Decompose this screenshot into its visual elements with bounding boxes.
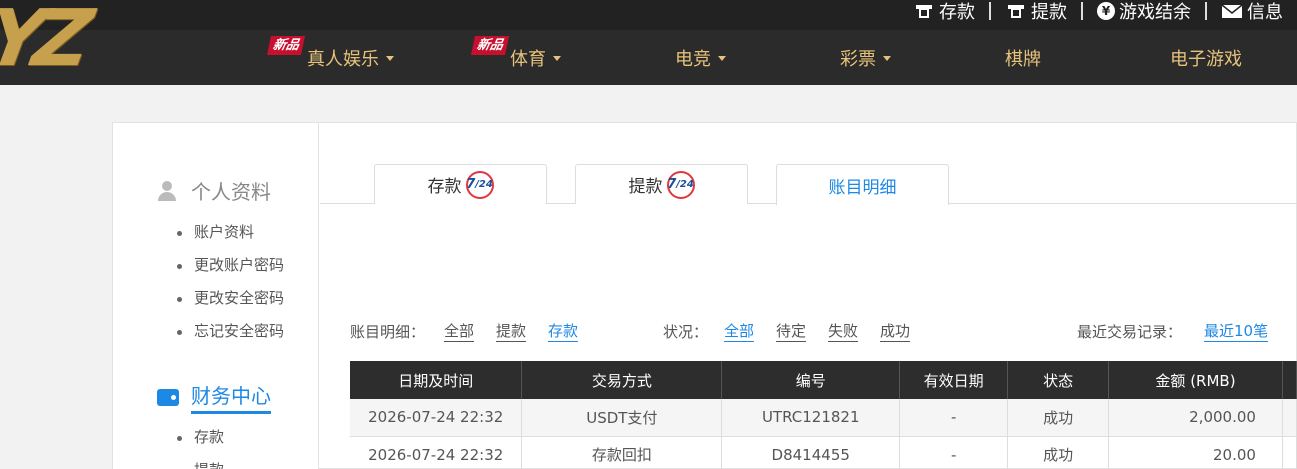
chevron-down-icon bbox=[718, 56, 726, 61]
nav-label: 彩票 bbox=[840, 48, 876, 70]
mail-icon bbox=[1221, 4, 1243, 18]
nav-item-lottery[interactable]: 彩票 bbox=[840, 30, 891, 85]
filter-details-withdraw[interactable]: 提款 bbox=[496, 321, 527, 342]
filter-bar: 账目明细： 全部 提款 存款 状况： 全部 待定 失败 成功 最近交易记录： 最… bbox=[350, 321, 1297, 345]
withdraw-icon bbox=[1008, 5, 1024, 18]
column-header: 金额 (RMB) bbox=[1108, 361, 1283, 399]
nav-item-slot-games[interactable]: 电子游戏 bbox=[1170, 30, 1242, 85]
site-logo[interactable]: YZ bbox=[0, 0, 110, 80]
filter-status-pending[interactable]: 待定 bbox=[776, 321, 807, 342]
chevron-down-icon bbox=[883, 56, 891, 61]
filter-details-deposit[interactable]: 存款 bbox=[548, 321, 579, 342]
cell-amount: 20.00 bbox=[1108, 436, 1283, 469]
filter-status-failed[interactable]: 失败 bbox=[828, 321, 859, 342]
chevron-down-icon bbox=[553, 56, 561, 61]
table-row: 2026-07-24 22:32 USDT支付 UTRC121821 - 成功 … bbox=[350, 399, 1297, 437]
column-header: 编号 bbox=[721, 361, 901, 399]
cell-reference: UTRC121821 bbox=[721, 399, 901, 437]
column-header: 状态 bbox=[1007, 361, 1110, 399]
sidebar-item-withdraw[interactable]: 提款 bbox=[175, 454, 224, 469]
tab-label: 提款 bbox=[628, 177, 663, 197]
sidebar-section-finance[interactable]: 财务中心 bbox=[157, 380, 271, 414]
top-link-deposit[interactable]: 存款 bbox=[899, 1, 989, 23]
table-row: 2026-07-24 22:32 存款回扣 D8414455 - 成功 20.0… bbox=[350, 436, 1297, 469]
cell-datetime: 2026-07-24 22:32 bbox=[350, 436, 523, 469]
logo-text: YZ bbox=[0, 0, 89, 80]
filter-label-details: 账目明细： bbox=[350, 323, 426, 341]
tab-withdraw[interactable]: 提款 7/24 bbox=[575, 164, 748, 204]
main-nav: 真人娱乐 新品 体育 新品 电竞 彩票 棋牌 电子游戏 bbox=[240, 30, 1297, 85]
cell-status: 成功 bbox=[1007, 436, 1110, 469]
filter-status-all[interactable]: 全部 bbox=[724, 321, 755, 342]
deposit-icon bbox=[916, 5, 932, 18]
nav-item-live-casino[interactable]: 真人娱乐 bbox=[307, 30, 394, 85]
sidebar-section-profile[interactable]: 个人资料 bbox=[157, 176, 271, 205]
cell-status: 成功 bbox=[1007, 399, 1110, 437]
column-header-extra bbox=[1282, 361, 1297, 399]
nav-label: 体育 bbox=[510, 48, 546, 70]
sidebar-section-title: 个人资料 bbox=[191, 180, 271, 204]
top-link-withdraw[interactable]: 提款 bbox=[991, 1, 1081, 23]
tab-account-details[interactable]: 账目明细 bbox=[776, 164, 949, 205]
sidebar-item-forgot-security-password[interactable]: 忘记安全密码 bbox=[175, 315, 284, 348]
sidebar-item-deposit[interactable]: 存款 bbox=[175, 421, 224, 454]
top-link-game-balance[interactable]: ¥ 游戏结余 bbox=[1083, 1, 1205, 23]
finance-menu: 存款 提款 bbox=[175, 421, 224, 469]
nav-label: 电竞 bbox=[675, 48, 711, 70]
sidebar-item-change-security-password[interactable]: 更改安全密码 bbox=[175, 282, 284, 315]
nav-label: 棋牌 bbox=[1005, 48, 1041, 70]
cell-method: USDT支付 bbox=[521, 399, 723, 437]
nav-label: 电子游戏 bbox=[1170, 48, 1242, 70]
column-header: 交易方式 bbox=[521, 361, 723, 399]
top-link-label: 游戏结余 bbox=[1119, 2, 1191, 23]
cell-extra bbox=[1282, 436, 1297, 469]
24-7-badge-icon: 7/24 bbox=[465, 170, 494, 199]
nav-item-esports[interactable]: 电竞 bbox=[675, 30, 726, 85]
user-icon bbox=[157, 180, 177, 201]
cell-method: 存款回扣 bbox=[521, 436, 723, 469]
cell-extra bbox=[1282, 399, 1297, 437]
nav-item-card-games[interactable]: 棋牌 bbox=[1005, 30, 1041, 85]
nav-label: 真人娱乐 bbox=[307, 48, 379, 70]
top-links: 存款 提款 ¥ 游戏结余 信息 bbox=[899, 0, 1297, 23]
yen-icon: ¥ bbox=[1097, 2, 1115, 20]
sidebar-item-account-info[interactable]: 账户资料 bbox=[175, 216, 284, 249]
sidebar: 个人资料 账户资料 更改账户密码 更改安全密码 忘记安全密码 财务中心 存款 提… bbox=[113, 123, 319, 469]
top-link-label: 提款 bbox=[1031, 2, 1067, 23]
wallet-icon bbox=[157, 388, 179, 406]
tab-label: 账目明细 bbox=[828, 177, 897, 198]
cell-datetime: 2026-07-24 22:32 bbox=[350, 399, 523, 437]
new-badge: 新品 bbox=[266, 36, 306, 55]
filter-label-status: 状况： bbox=[663, 323, 709, 341]
cell-valid-date: - bbox=[899, 399, 1009, 437]
table-header-row: 日期及时间 交易方式 编号 有效日期 状态 金额 (RMB) bbox=[350, 361, 1297, 399]
sidebar-item-change-password[interactable]: 更改账户密码 bbox=[175, 249, 284, 282]
top-link-messages[interactable]: 信息 bbox=[1207, 1, 1297, 23]
cell-amount: 2,000.00 bbox=[1108, 399, 1283, 437]
transactions-table: 日期及时间 交易方式 编号 有效日期 状态 金额 (RMB) 2026-07-2… bbox=[350, 361, 1297, 469]
new-badge: 新品 bbox=[470, 36, 510, 55]
filter-details-all[interactable]: 全部 bbox=[444, 321, 475, 342]
chevron-down-icon bbox=[386, 56, 394, 61]
top-link-label: 信息 bbox=[1247, 2, 1283, 23]
top-link-label: 存款 bbox=[939, 2, 975, 23]
column-header: 日期及时间 bbox=[350, 361, 523, 399]
site-header: YZ 存款 提款 ¥ 游戏结余 信息 真人娱乐 新品 体育 新品 电竞 彩票 棋… bbox=[0, 0, 1297, 85]
tab-label: 存款 bbox=[427, 177, 462, 197]
filter-status-success[interactable]: 成功 bbox=[880, 321, 911, 342]
filter-label-recent: 最近交易记录： bbox=[1077, 323, 1183, 341]
24-7-badge-icon: 7/24 bbox=[666, 170, 695, 199]
cell-reference: D8414455 bbox=[721, 436, 901, 469]
tab-deposit[interactable]: 存款 7/24 bbox=[374, 164, 547, 204]
cell-valid-date: - bbox=[899, 436, 1009, 469]
filter-recent-10[interactable]: 最近10笔 bbox=[1204, 321, 1269, 342]
profile-menu: 账户资料 更改账户密码 更改安全密码 忘记安全密码 bbox=[175, 216, 284, 348]
column-header: 有效日期 bbox=[899, 361, 1009, 399]
sidebar-section-title: 财务中心 bbox=[191, 380, 271, 414]
nav-item-sports[interactable]: 体育 bbox=[510, 30, 561, 85]
